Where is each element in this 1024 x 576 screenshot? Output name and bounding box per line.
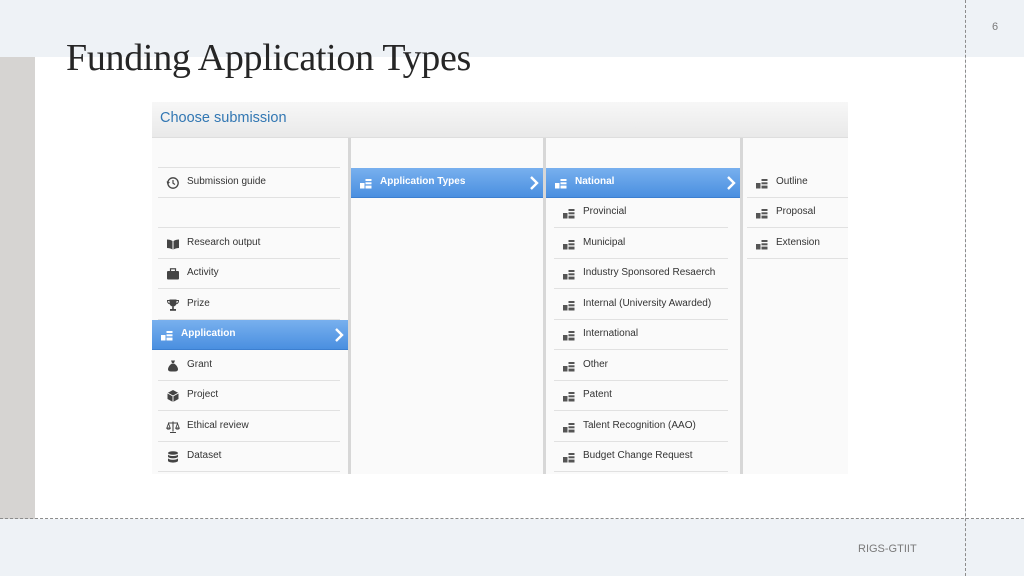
stack-icon bbox=[563, 423, 575, 433]
menu-item-label: International bbox=[583, 328, 639, 339]
menu-item-industry-sponsored-research[interactable]: Industry Sponsored Resaerch bbox=[554, 259, 728, 289]
right-margin-panel bbox=[966, 57, 1024, 519]
menu-item-outline[interactable]: Outline bbox=[747, 168, 848, 198]
menu-item-label: Outline bbox=[776, 176, 808, 187]
stack-icon bbox=[563, 301, 575, 311]
money-bag-icon bbox=[168, 360, 178, 372]
menu-column-application-types: National Provincial Municipal Industry S… bbox=[546, 138, 740, 474]
stack-icon bbox=[563, 270, 575, 280]
menu-item-label: Activity bbox=[187, 267, 219, 278]
stack-icon bbox=[360, 179, 372, 189]
menu-item-label: National bbox=[575, 176, 615, 187]
stack-icon bbox=[563, 362, 575, 372]
menu-item-label: Ethical review bbox=[187, 420, 249, 431]
slide-title: Funding Application Types bbox=[66, 37, 472, 79]
menu-column-categories: Submission guide Research output Activit… bbox=[152, 138, 348, 474]
slide-footer: RIGS-GTIIT bbox=[858, 543, 917, 555]
menu-item-dataset[interactable]: Dataset bbox=[158, 442, 340, 472]
menu-item-label: Application Types bbox=[380, 176, 466, 187]
menu-item-label: Submission guide bbox=[187, 176, 266, 187]
stack-icon bbox=[563, 240, 575, 250]
menu-item-label: Prize bbox=[187, 298, 210, 309]
menu-item-extension[interactable]: Extension bbox=[747, 229, 848, 259]
menu-item-provincial[interactable]: Provincial bbox=[554, 198, 728, 228]
menu-item-label: Internal (University Awarded) bbox=[583, 298, 712, 309]
stack-icon bbox=[563, 453, 575, 463]
menu-item-application[interactable]: Application bbox=[152, 320, 348, 350]
menu-item-submission-guide[interactable]: Submission guide bbox=[158, 168, 340, 198]
menu-item-proposal[interactable]: Proposal bbox=[747, 198, 848, 228]
submission-chooser-screenshot: Choose submission Submission guide Resea… bbox=[152, 102, 848, 474]
trophy-icon bbox=[166, 299, 180, 311]
clock-history-icon bbox=[166, 177, 179, 189]
menu-item-label: Industry Sponsored Resaerch bbox=[583, 267, 716, 278]
menu-item-label: Grant bbox=[187, 359, 213, 370]
vertical-guide-line bbox=[965, 0, 966, 576]
chevron-right-icon bbox=[530, 176, 539, 190]
menu-item-grant[interactable]: Grant bbox=[158, 351, 340, 381]
scales-icon bbox=[166, 421, 180, 434]
menu-item-label: Project bbox=[187, 389, 219, 400]
menu-item-other[interactable]: Other bbox=[554, 351, 728, 381]
menu-item-municipal[interactable]: Municipal bbox=[554, 229, 728, 259]
menu-item-label: Extension bbox=[776, 237, 820, 248]
menu-item-label: Other bbox=[583, 359, 609, 370]
menu-item-international[interactable]: International bbox=[554, 320, 728, 350]
page-number: 6 bbox=[991, 21, 999, 33]
menu-item-budget-change-request[interactable]: Budget Change Request bbox=[554, 442, 728, 472]
menu-item-label: Municipal bbox=[583, 237, 626, 248]
menu-item-application-types[interactable]: Application Types bbox=[351, 168, 543, 198]
stack-icon bbox=[161, 331, 173, 341]
stack-icon bbox=[563, 392, 575, 402]
menu-column-national: Outline Proposal Extension bbox=[743, 138, 848, 474]
left-accent-bar bbox=[0, 57, 35, 519]
horizontal-guide-line bbox=[0, 518, 1024, 519]
stack-icon bbox=[756, 179, 768, 189]
stack-icon bbox=[563, 209, 575, 219]
menu-item-national[interactable]: National bbox=[546, 168, 740, 198]
chooser-title: Choose submission bbox=[160, 110, 287, 126]
menu-item-label: Research output bbox=[187, 237, 261, 248]
menu-item-research-output[interactable]: Research output bbox=[158, 229, 340, 259]
menu-item-label: Dataset bbox=[187, 450, 222, 461]
menu-item-label: Provincial bbox=[583, 206, 627, 217]
briefcase-icon bbox=[167, 268, 179, 280]
menu-item-activity[interactable]: Activity bbox=[158, 259, 340, 289]
stack-icon bbox=[756, 209, 768, 219]
menu-item-ethical-review[interactable]: Ethical review bbox=[158, 412, 340, 442]
menu-item-label: Application bbox=[181, 328, 236, 339]
stack-icon bbox=[555, 179, 567, 189]
stack-icon bbox=[563, 331, 575, 341]
chevron-right-icon bbox=[335, 328, 344, 342]
menu-item-label: Budget Change Request bbox=[583, 450, 693, 461]
menu-item-label: Proposal bbox=[776, 206, 816, 217]
menu-item-label: Talent Recognition (AAO) bbox=[583, 420, 696, 431]
stack-icon bbox=[756, 240, 768, 250]
chooser-header: Choose submission bbox=[152, 102, 848, 138]
book-icon bbox=[167, 239, 179, 250]
database-icon bbox=[168, 451, 178, 463]
menu-item-talent-recognition[interactable]: Talent Recognition (AAO) bbox=[554, 412, 728, 442]
cube-icon bbox=[167, 390, 179, 402]
menu-item-internal-university-awarded[interactable]: Internal (University Awarded) bbox=[554, 290, 728, 320]
menu-item-label: Patent bbox=[583, 389, 612, 400]
menu-item-patent[interactable]: Patent bbox=[554, 381, 728, 411]
menu-item-blank bbox=[158, 198, 340, 228]
menu-item-prize[interactable]: Prize bbox=[158, 290, 340, 320]
chevron-right-icon bbox=[727, 176, 736, 190]
menu-column-application: Application Types bbox=[351, 138, 543, 474]
menu-item-blank bbox=[158, 138, 340, 168]
menu-item-project[interactable]: Project bbox=[158, 381, 340, 411]
